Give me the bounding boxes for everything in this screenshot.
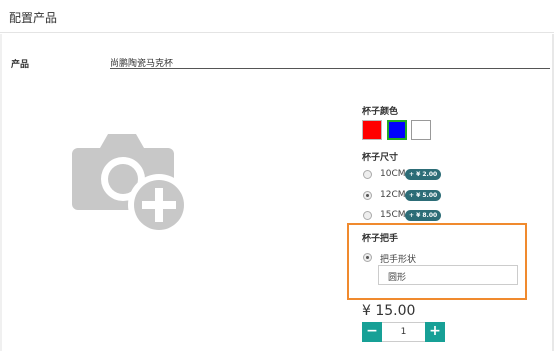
size-option-label: 15CM bbox=[380, 210, 406, 220]
size-price-badge: + ¥ 5.00 bbox=[405, 190, 442, 201]
dialog-title: 配置产品 bbox=[9, 11, 58, 25]
handle-shape-radio[interactable] bbox=[363, 253, 372, 262]
quantity-input[interactable]: 1 bbox=[382, 322, 425, 342]
color-swatch-blue[interactable] bbox=[387, 120, 407, 140]
dialog-header: 配置产品 bbox=[0, 0, 554, 33]
radio-selected-dot bbox=[366, 256, 369, 259]
handle-shape-label: 把手形状 bbox=[380, 255, 417, 265]
color-label: 杯子颜色 bbox=[362, 107, 399, 117]
size-price-badge: + ¥ 8.00 bbox=[405, 210, 442, 221]
color-swatch-white[interactable] bbox=[411, 120, 431, 140]
product-label: 产品 bbox=[11, 60, 30, 70]
left-border bbox=[0, 34, 2, 351]
size-radio-12cm[interactable] bbox=[363, 191, 372, 200]
product-field[interactable]: 尚鹏陶瓷马克杯 bbox=[110, 53, 550, 69]
total-price: ¥ 15.00 bbox=[362, 303, 416, 319]
size-radio-10cm[interactable] bbox=[363, 170, 372, 179]
size-option-label: 12CM bbox=[380, 190, 406, 200]
size-option-label: 10CM bbox=[380, 169, 406, 179]
quantity-increase-button[interactable]: + bbox=[425, 322, 445, 342]
product-value: 尚鹏陶瓷马克杯 bbox=[110, 59, 174, 69]
color-swatch-red[interactable] bbox=[362, 120, 382, 140]
size-radio-15cm[interactable] bbox=[363, 211, 372, 220]
handle-shape-input[interactable]: 圆形 bbox=[378, 265, 518, 285]
size-price-badge: + ¥ 2.00 bbox=[405, 169, 442, 180]
quantity-decrease-button[interactable]: − bbox=[362, 322, 382, 342]
handle-shape-value: 圆形 bbox=[388, 273, 407, 283]
radio-selected-dot bbox=[366, 194, 369, 197]
handle-label: 杯子把手 bbox=[362, 234, 399, 244]
add-photo-icon[interactable] bbox=[72, 120, 197, 245]
size-label: 杯子尺寸 bbox=[362, 153, 399, 163]
